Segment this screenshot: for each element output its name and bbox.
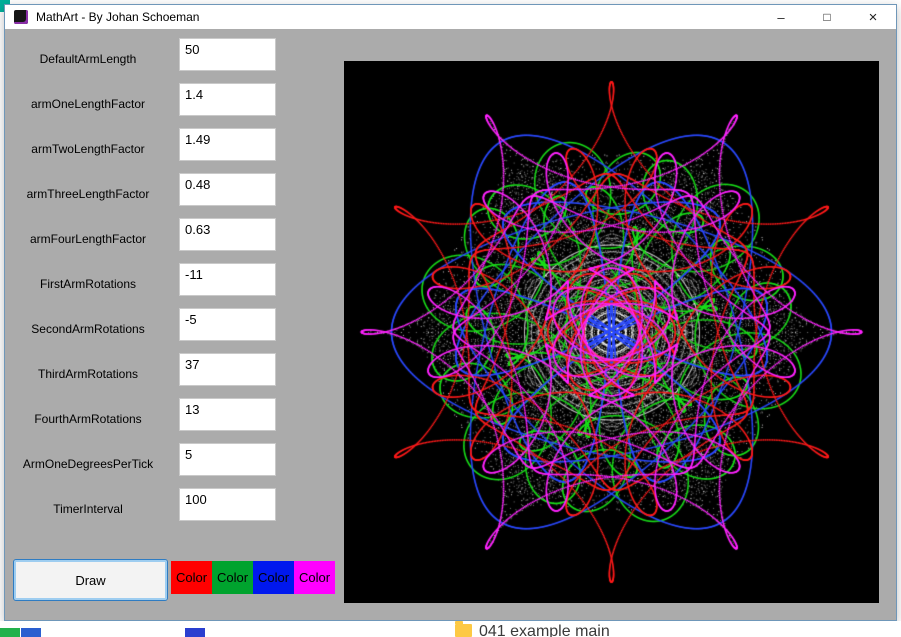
- background-folder-label: 041 example main: [479, 623, 610, 637]
- field-label: TimerInterval: [53, 502, 123, 516]
- close-button[interactable]: ×: [850, 5, 896, 29]
- field-row: ThirdArmRotations: [13, 353, 313, 398]
- background-block-green: [0, 628, 20, 637]
- field-input-DefaultArmLength[interactable]: [179, 38, 276, 71]
- window-title: MathArt - By Johan Schoeman: [36, 10, 200, 24]
- field-row: FirstArmRotations: [13, 263, 313, 308]
- field-label: armFourLengthFactor: [29, 232, 147, 246]
- field-row: FourthArmRotations: [13, 398, 313, 443]
- color-button-magenta[interactable]: Color: [294, 561, 335, 594]
- app-icon: [14, 10, 28, 24]
- color-button-red[interactable]: Color: [171, 561, 212, 594]
- draw-button[interactable]: Draw: [13, 559, 168, 601]
- field-row: DefaultArmLength: [13, 38, 313, 83]
- color-button-green[interactable]: Color: [212, 561, 253, 594]
- window-controls: – □ ×: [758, 5, 896, 29]
- color-buttons: Color Color Color Color: [171, 561, 335, 594]
- field-row: SecondArmRotations: [13, 308, 313, 353]
- field-label: SecondArmRotations: [31, 322, 145, 336]
- field-input-armThreeLengthFactor[interactable]: [179, 173, 276, 206]
- background-block-blue2: [185, 628, 205, 637]
- field-row: armTwoLengthFactor: [13, 128, 313, 173]
- field-input-TimerInterval[interactable]: [179, 488, 276, 521]
- field-row: ArmOneDegreesPerTick: [13, 443, 313, 488]
- field-label: armOneLengthFactor: [30, 97, 146, 111]
- field-input-armTwoLengthFactor[interactable]: [179, 128, 276, 161]
- field-input-FirstArmRotations[interactable]: [179, 263, 276, 296]
- maximize-button[interactable]: □: [804, 5, 850, 29]
- minimize-button[interactable]: –: [758, 5, 804, 29]
- field-input-armFourLengthFactor[interactable]: [179, 218, 276, 251]
- field-label: armThreeLengthFactor: [26, 187, 150, 201]
- parameter-fields: DefaultArmLength armOneLengthFactor armT…: [13, 38, 313, 533]
- field-label: ThirdArmRotations: [37, 367, 139, 381]
- field-input-FourthArmRotations[interactable]: [179, 398, 276, 431]
- field-label: ArmOneDegreesPerTick: [22, 457, 154, 471]
- field-input-armOneLengthFactor[interactable]: [179, 83, 276, 116]
- art-canvas: [344, 61, 879, 603]
- background-window-strip: 041 example main: [0, 621, 901, 637]
- field-input-ThirdArmRotations[interactable]: [179, 353, 276, 386]
- field-row: armFourLengthFactor: [13, 218, 313, 263]
- field-label: FourthArmRotations: [34, 412, 142, 426]
- field-input-SecondArmRotations[interactable]: [179, 308, 276, 341]
- field-input-ArmOneDegreesPerTick[interactable]: [179, 443, 276, 476]
- screen: MathArt - By Johan Schoeman – □ × Defaul…: [0, 0, 901, 637]
- folder-icon: [455, 621, 472, 637]
- background-folder-row: 041 example main: [455, 621, 610, 637]
- field-label: FirstArmRotations: [39, 277, 137, 291]
- mathart-window: MathArt - By Johan Schoeman – □ × Defaul…: [4, 4, 897, 621]
- field-label: armTwoLengthFactor: [31, 142, 145, 156]
- client-area: DefaultArmLength armOneLengthFactor armT…: [5, 29, 896, 620]
- background-block-blue: [21, 628, 41, 637]
- color-button-blue[interactable]: Color: [253, 561, 294, 594]
- field-row: TimerInterval: [13, 488, 313, 533]
- field-row: armThreeLengthFactor: [13, 173, 313, 218]
- titlebar[interactable]: MathArt - By Johan Schoeman – □ ×: [5, 5, 896, 29]
- field-row: armOneLengthFactor: [13, 83, 313, 128]
- field-label: DefaultArmLength: [39, 52, 137, 66]
